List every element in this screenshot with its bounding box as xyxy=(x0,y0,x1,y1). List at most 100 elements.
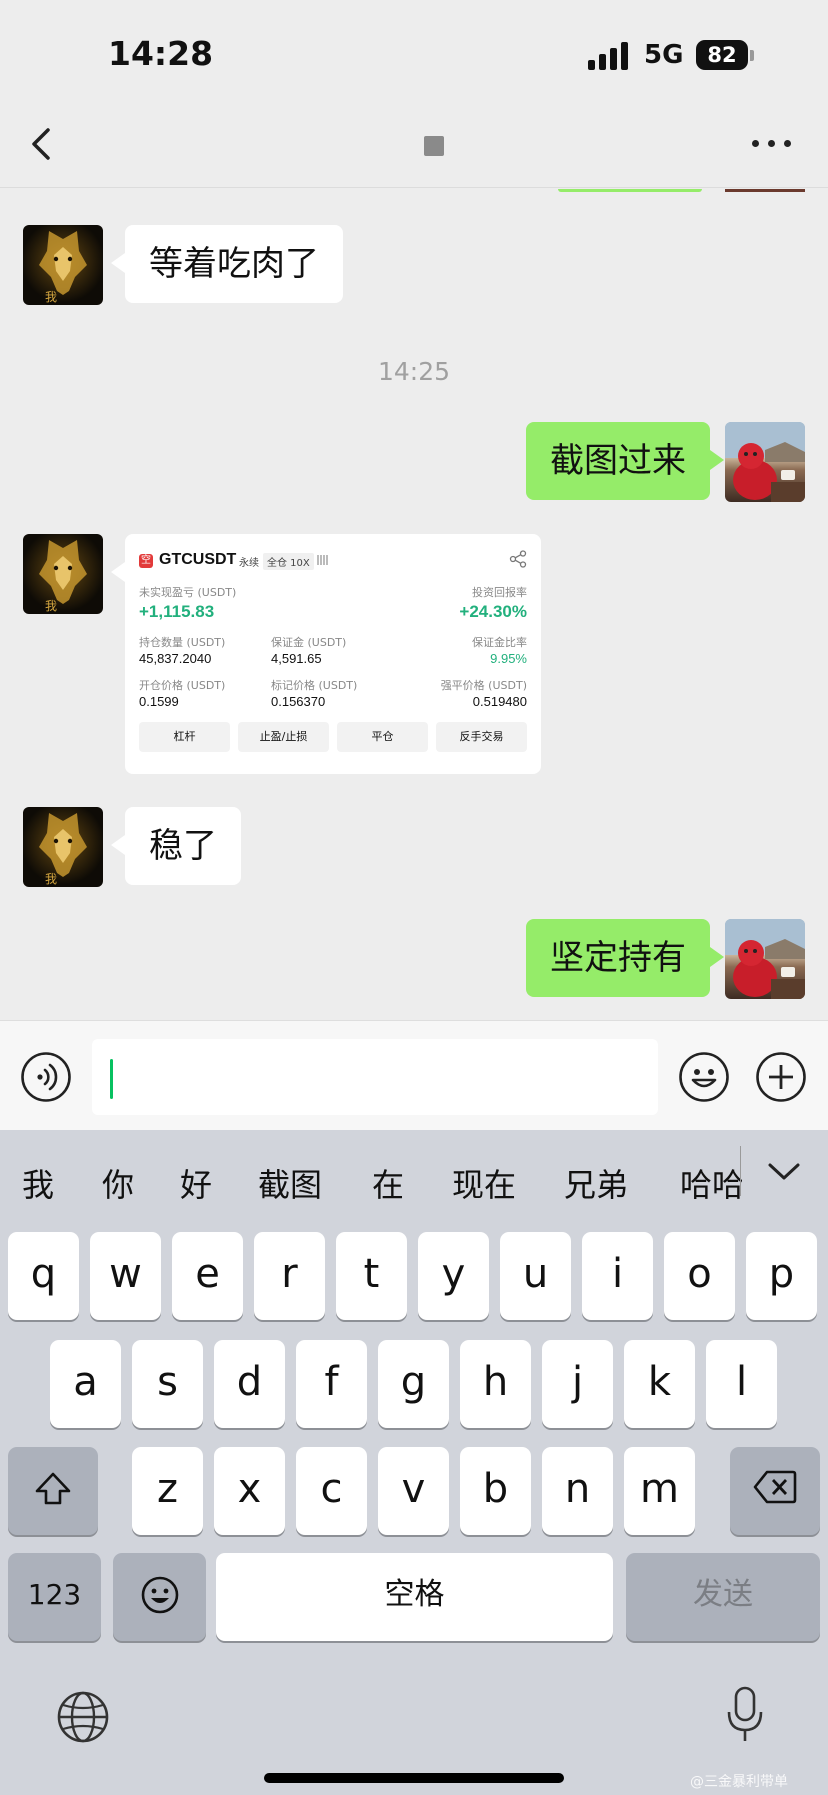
key-y[interactable]: y xyxy=(418,1232,489,1320)
numbers-key[interactable]: 123 xyxy=(8,1553,101,1641)
candidate-word[interactable]: 你 xyxy=(102,1160,134,1206)
entry-price-value: 0.1599 xyxy=(139,694,179,709)
backspace-key[interactable] xyxy=(730,1447,820,1535)
message-bubble[interactable]: 稳了 xyxy=(111,807,241,885)
my-avatar[interactable] xyxy=(725,422,805,502)
candidate-word[interactable]: 现在 xyxy=(452,1160,516,1206)
space-key[interactable]: 空格 xyxy=(216,1553,613,1641)
status-time: 14:28 xyxy=(108,34,214,73)
key-v[interactable]: v xyxy=(378,1447,449,1535)
watermark: @三金暴利带单 xyxy=(690,1774,788,1790)
key-n[interactable]: n xyxy=(542,1447,613,1535)
message-bubble[interactable]: 截图过来 xyxy=(526,422,724,500)
margin-label: 保证金 (USDT) xyxy=(271,636,347,649)
candidate-bar: 我 你 好 截图 在 现在 兄弟 哈哈 xyxy=(0,1130,828,1225)
key-e[interactable]: e xyxy=(172,1232,243,1320)
contact-avatar[interactable]: 我 xyxy=(23,807,103,887)
message-timestamp: 14:25 xyxy=(377,357,451,386)
plus-icon[interactable] xyxy=(755,1051,807,1103)
position-qty-label: 持仓数量 (USDT) xyxy=(139,636,226,649)
margin-value: 4,591.65 xyxy=(271,651,322,666)
signal-bars-icon xyxy=(317,555,329,565)
key-w[interactable]: w xyxy=(90,1232,161,1320)
roi-value: +24.30% xyxy=(459,602,527,621)
reverse-trade-button[interactable]: 反手交易 xyxy=(436,722,527,752)
key-j[interactable]: j xyxy=(542,1340,613,1428)
key-c[interactable]: c xyxy=(296,1447,367,1535)
message-input[interactable] xyxy=(92,1039,658,1115)
key-a[interactable]: a xyxy=(50,1340,121,1428)
back-icon[interactable] xyxy=(28,126,58,162)
key-f[interactable]: f xyxy=(296,1340,367,1428)
key-i[interactable]: i xyxy=(582,1232,653,1320)
roi-label: 投资回报率 xyxy=(472,586,527,599)
battery-level: 82 xyxy=(696,40,748,70)
margin-ratio-value: 9.95% xyxy=(490,651,527,666)
candidate-word[interactable]: 截图 xyxy=(258,1160,322,1206)
chat-header xyxy=(0,100,828,188)
key-r[interactable]: r xyxy=(254,1232,325,1320)
text-cursor xyxy=(110,1059,113,1099)
signal-icon xyxy=(588,42,630,70)
key-u[interactable]: u xyxy=(500,1232,571,1320)
contact-avatar[interactable]: 我 xyxy=(23,225,103,305)
share-icon[interactable] xyxy=(509,550,527,568)
shift-key[interactable] xyxy=(8,1447,98,1535)
system-keyboard: 我 你 好 截图 在 现在 兄弟 哈哈 qwertyuiop asdfghjkl… xyxy=(0,1130,828,1795)
key-g[interactable]: g xyxy=(378,1340,449,1428)
mic-icon[interactable] xyxy=(726,1686,764,1744)
message-bubble[interactable]: 坚定持有 xyxy=(526,919,724,997)
key-d[interactable]: d xyxy=(214,1340,285,1428)
message-bubble[interactable]: 等着吃肉了 xyxy=(111,225,343,303)
key-z[interactable]: z xyxy=(132,1447,203,1535)
chevron-down-icon[interactable] xyxy=(764,1156,804,1188)
leverage-button[interactable]: 杠杆 xyxy=(139,722,230,752)
network-type: 5G xyxy=(644,40,684,70)
more-icon[interactable] xyxy=(752,136,792,152)
entry-price-label: 开仓价格 (USDT) xyxy=(139,679,226,692)
previous-avatar xyxy=(725,189,805,192)
key-m[interactable]: m xyxy=(624,1447,695,1535)
key-o[interactable]: o xyxy=(664,1232,735,1320)
tp-sl-button[interactable]: 止盈/止损 xyxy=(238,722,329,752)
key-x[interactable]: x xyxy=(214,1447,285,1535)
key-h[interactable]: h xyxy=(460,1340,531,1428)
globe-icon[interactable] xyxy=(56,1690,110,1744)
key-l[interactable]: l xyxy=(706,1340,777,1428)
my-avatar[interactable] xyxy=(725,919,805,999)
liq-price-value: 0.519480 xyxy=(472,694,527,709)
svg-text:我: 我 xyxy=(45,599,57,613)
chat-history[interactable]: 我 等着吃肉了 14:25 截图过来 我 空 GTCUSDT 永续 全仓 10X… xyxy=(0,189,828,1019)
previous-message-bubble xyxy=(558,189,702,192)
contact-avatar[interactable]: 我 xyxy=(23,534,103,614)
send-key[interactable]: 发送 xyxy=(626,1553,820,1641)
emoji-key-icon xyxy=(141,1576,178,1614)
voice-icon[interactable] xyxy=(20,1051,72,1103)
home-indicator xyxy=(264,1773,564,1783)
candidate-word[interactable]: 在 xyxy=(372,1160,404,1206)
position-qty-value: 45,837.2040 xyxy=(139,651,212,666)
trade-screenshot-card[interactable]: 空 GTCUSDT 永续 全仓 10X 未实现盈亏 (USDT) 投资回报率 +… xyxy=(111,534,541,774)
key-b[interactable]: b xyxy=(460,1447,531,1535)
unrealized-pnl-label: 未实现盈亏 (USDT) xyxy=(139,586,237,599)
candidate-word[interactable]: 好 xyxy=(180,1160,212,1206)
key-k[interactable]: k xyxy=(624,1340,695,1428)
emoji-icon[interactable] xyxy=(678,1051,730,1103)
key-s[interactable]: s xyxy=(132,1340,203,1428)
candidate-word[interactable]: 哈哈 xyxy=(680,1160,742,1204)
candidate-word[interactable]: 我 xyxy=(22,1160,54,1206)
close-position-button[interactable]: 平仓 xyxy=(337,722,428,752)
key-t[interactable]: t xyxy=(336,1232,407,1320)
candidate-word[interactable]: 兄弟 xyxy=(564,1160,628,1206)
candidate-overflow: 哈哈 xyxy=(676,1160,742,1204)
unrealized-pnl-value: +1,115.83 xyxy=(139,602,215,621)
mark-price-label: 标记价格 (USDT) xyxy=(271,679,358,692)
leverage-tag: 全仓 10X xyxy=(263,553,314,570)
emoji-key[interactable] xyxy=(113,1553,206,1641)
candidate-divider xyxy=(740,1146,741,1196)
short-position-badge: 空 xyxy=(139,554,153,568)
contract-type-tag: 永续 xyxy=(239,558,259,569)
key-p[interactable]: p xyxy=(746,1232,817,1320)
backspace-icon xyxy=(753,1470,797,1504)
key-q[interactable]: q xyxy=(8,1232,79,1320)
